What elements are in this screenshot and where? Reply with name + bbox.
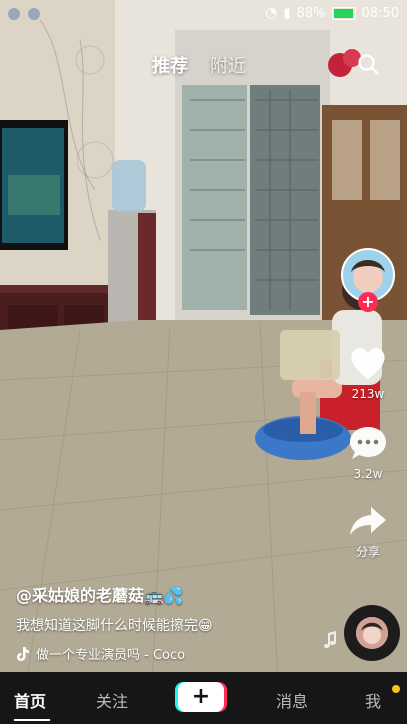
- clock: 08:50: [361, 5, 399, 21]
- signal-icon: ▮: [283, 5, 291, 21]
- share-label: 分享: [355, 545, 380, 559]
- bottom-nav: 首页 关注 + 消息 我: [0, 672, 407, 724]
- follow-button[interactable]: +: [358, 292, 378, 312]
- app-notification-icon: [28, 8, 40, 20]
- wifi-icon: ◔: [265, 5, 278, 21]
- feed-tabs: 推荐 附近: [152, 52, 246, 78]
- heart-icon: [351, 348, 385, 379]
- like-count: 213w: [351, 387, 385, 401]
- tab-nearby[interactable]: 附近: [210, 52, 246, 78]
- music-disc-button[interactable]: [344, 605, 400, 661]
- battery-percent: 88%: [296, 5, 326, 21]
- comment-count: 3.2w: [353, 467, 383, 481]
- share-button[interactable]: 分享: [337, 504, 399, 560]
- status-bar: ◔ ▮ 88% 08:50: [0, 0, 407, 30]
- nav-me[interactable]: 我: [365, 688, 381, 712]
- notification-icon: [8, 8, 20, 20]
- search-button[interactable]: [357, 53, 379, 75]
- music-cover-image: [356, 617, 388, 649]
- notification-badge: [392, 685, 400, 693]
- search-icon: [358, 54, 379, 75]
- status-icons-left: [8, 8, 40, 20]
- creator-avatar-button[interactable]: +: [341, 248, 395, 312]
- nav-active-indicator: [14, 719, 50, 721]
- like-button[interactable]: 213w: [337, 344, 399, 401]
- battery-icon: [331, 6, 356, 20]
- comment-icon: [350, 427, 386, 459]
- nav-following[interactable]: 关注: [96, 688, 128, 712]
- video-caption: @采姑娘的老蘑菇🚌💦 我想知道这脚什么时候能擦完😁 做一个专业演员吗 - Coc…: [16, 582, 336, 663]
- status-icons-right: ◔ ▮ 88% 08:50: [265, 5, 399, 21]
- music-title: 做一个专业演员吗 - Coco: [36, 648, 186, 663]
- author-name[interactable]: @采姑娘的老蘑菇🚌💦: [16, 582, 336, 606]
- tiktok-logo-icon: [17, 646, 29, 661]
- comment-button[interactable]: 3.2w: [337, 424, 399, 481]
- share-icon: [350, 507, 386, 535]
- music-row[interactable]: 做一个专业演员吗 - Coco: [16, 644, 336, 663]
- create-video-button[interactable]: +: [178, 682, 224, 712]
- music-note-icon: [324, 631, 336, 648]
- video-description: 我想知道这脚什么时候能擦完😁: [16, 618, 213, 634]
- nav-home[interactable]: 首页: [14, 688, 46, 712]
- nav-messages[interactable]: 消息: [276, 688, 308, 712]
- music-cover: [356, 617, 388, 649]
- tab-recommend[interactable]: 推荐: [152, 52, 188, 78]
